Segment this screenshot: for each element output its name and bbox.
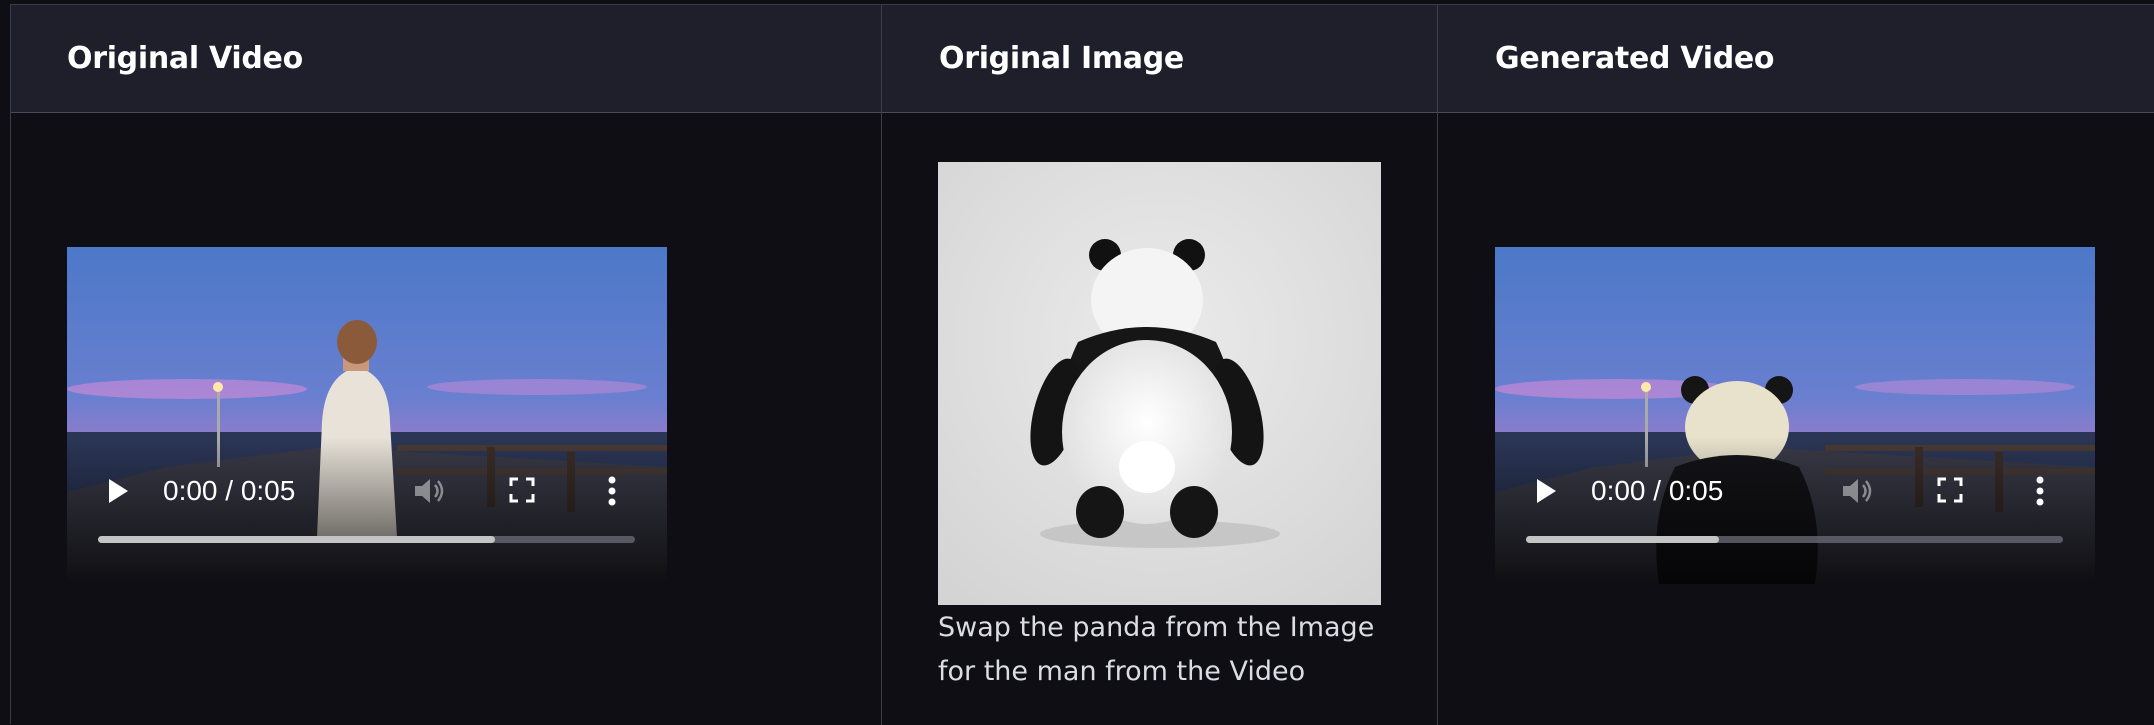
fullscreen-icon[interactable] <box>509 477 535 503</box>
play-button[interactable] <box>109 479 128 503</box>
panda-image <box>938 162 1381 605</box>
original-image <box>938 162 1381 605</box>
play-button[interactable] <box>1537 479 1556 503</box>
more-options-icon[interactable] <box>607 475 617 507</box>
progress-bar[interactable] <box>1526 536 2063 543</box>
column-divider <box>1437 5 1438 725</box>
progress-bar-fill <box>1526 536 1720 543</box>
video-time-display: 0:00 / 0:05 <box>1591 475 1724 506</box>
generated-video-player[interactable]: 0:00 / 0:05 <box>1495 247 2095 584</box>
image-caption: Swap the panda from the Image for the ma… <box>938 612 1375 687</box>
video-time-display: 0:00 / 0:05 <box>163 475 296 506</box>
column-title-original-image: Original Image <box>939 41 1184 76</box>
volume-icon[interactable] <box>413 475 447 507</box>
column-title-generated-video: Generated Video <box>1495 41 1775 76</box>
more-options-icon[interactable] <box>2035 475 2045 507</box>
column-divider <box>881 5 882 725</box>
table-header: Original Video Original Image Generated … <box>11 5 2154 113</box>
original-video-frame <box>67 247 667 584</box>
original-video-player[interactable]: 0:00 / 0:05 <box>67 247 667 584</box>
volume-icon[interactable] <box>1841 475 1875 507</box>
fullscreen-icon[interactable] <box>1937 477 1963 503</box>
generated-video-frame <box>1495 247 2095 584</box>
progress-bar[interactable] <box>98 536 635 543</box>
progress-bar-fill <box>98 536 496 543</box>
column-title-original-video: Original Video <box>67 41 303 76</box>
